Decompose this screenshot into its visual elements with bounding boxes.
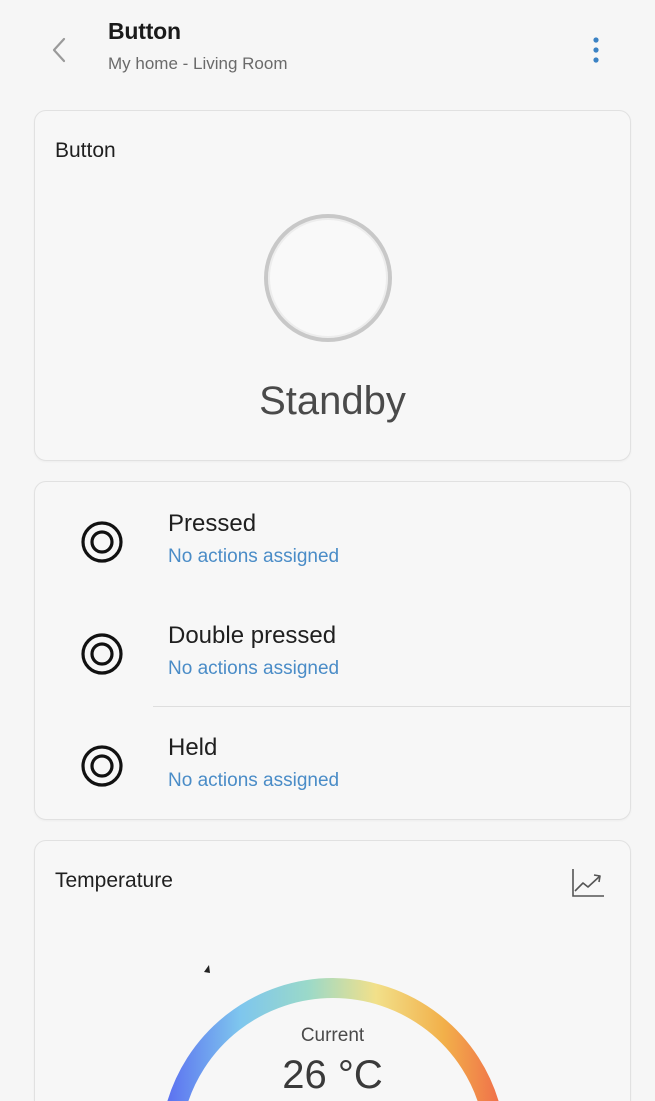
more-options-button[interactable] xyxy=(580,30,612,70)
event-actions-status[interactable]: No actions assigned xyxy=(168,546,339,568)
top-bar: Button My home - Living Room xyxy=(0,0,655,100)
button-press-icon xyxy=(81,633,123,675)
page-title: Button xyxy=(108,18,181,44)
event-name: Pressed xyxy=(168,510,257,537)
temperature-card: Temperature Current 26 °C xyxy=(34,840,631,1101)
temperature-current-value: 26 °C xyxy=(282,1053,383,1097)
event-name: Held xyxy=(168,734,218,761)
event-actions-status[interactable]: No actions assigned xyxy=(168,770,339,792)
button-press-icon xyxy=(81,521,123,563)
event-name: Double pressed xyxy=(168,622,337,649)
button-events-card: Pressed No actions assigned Double press… xyxy=(34,481,631,820)
app-root: Button My home - Living Room Button Stan… xyxy=(0,0,655,1101)
event-row-double-pressed[interactable]: Double pressed No actions assigned xyxy=(35,594,630,706)
button-status-card: Button Standby xyxy=(34,110,631,461)
button-card-title: Button xyxy=(55,139,116,162)
button-press-icon xyxy=(81,745,123,787)
button-state-ring-icon[interactable] xyxy=(264,214,392,342)
gauge-pointer-icon xyxy=(204,965,210,973)
temperature-current-label: Current xyxy=(300,1025,365,1046)
vertical-dots-icon xyxy=(593,37,599,63)
back-button[interactable] xyxy=(44,30,74,70)
button-state-label: Standby xyxy=(259,379,406,423)
event-row-pressed[interactable]: Pressed No actions assigned xyxy=(35,482,630,594)
chevron-left-icon xyxy=(52,37,66,63)
event-actions-status[interactable]: No actions assigned xyxy=(168,658,339,680)
event-row-held[interactable]: Held No actions assigned xyxy=(35,706,630,818)
page-subtitle: My home - Living Room xyxy=(108,54,288,73)
